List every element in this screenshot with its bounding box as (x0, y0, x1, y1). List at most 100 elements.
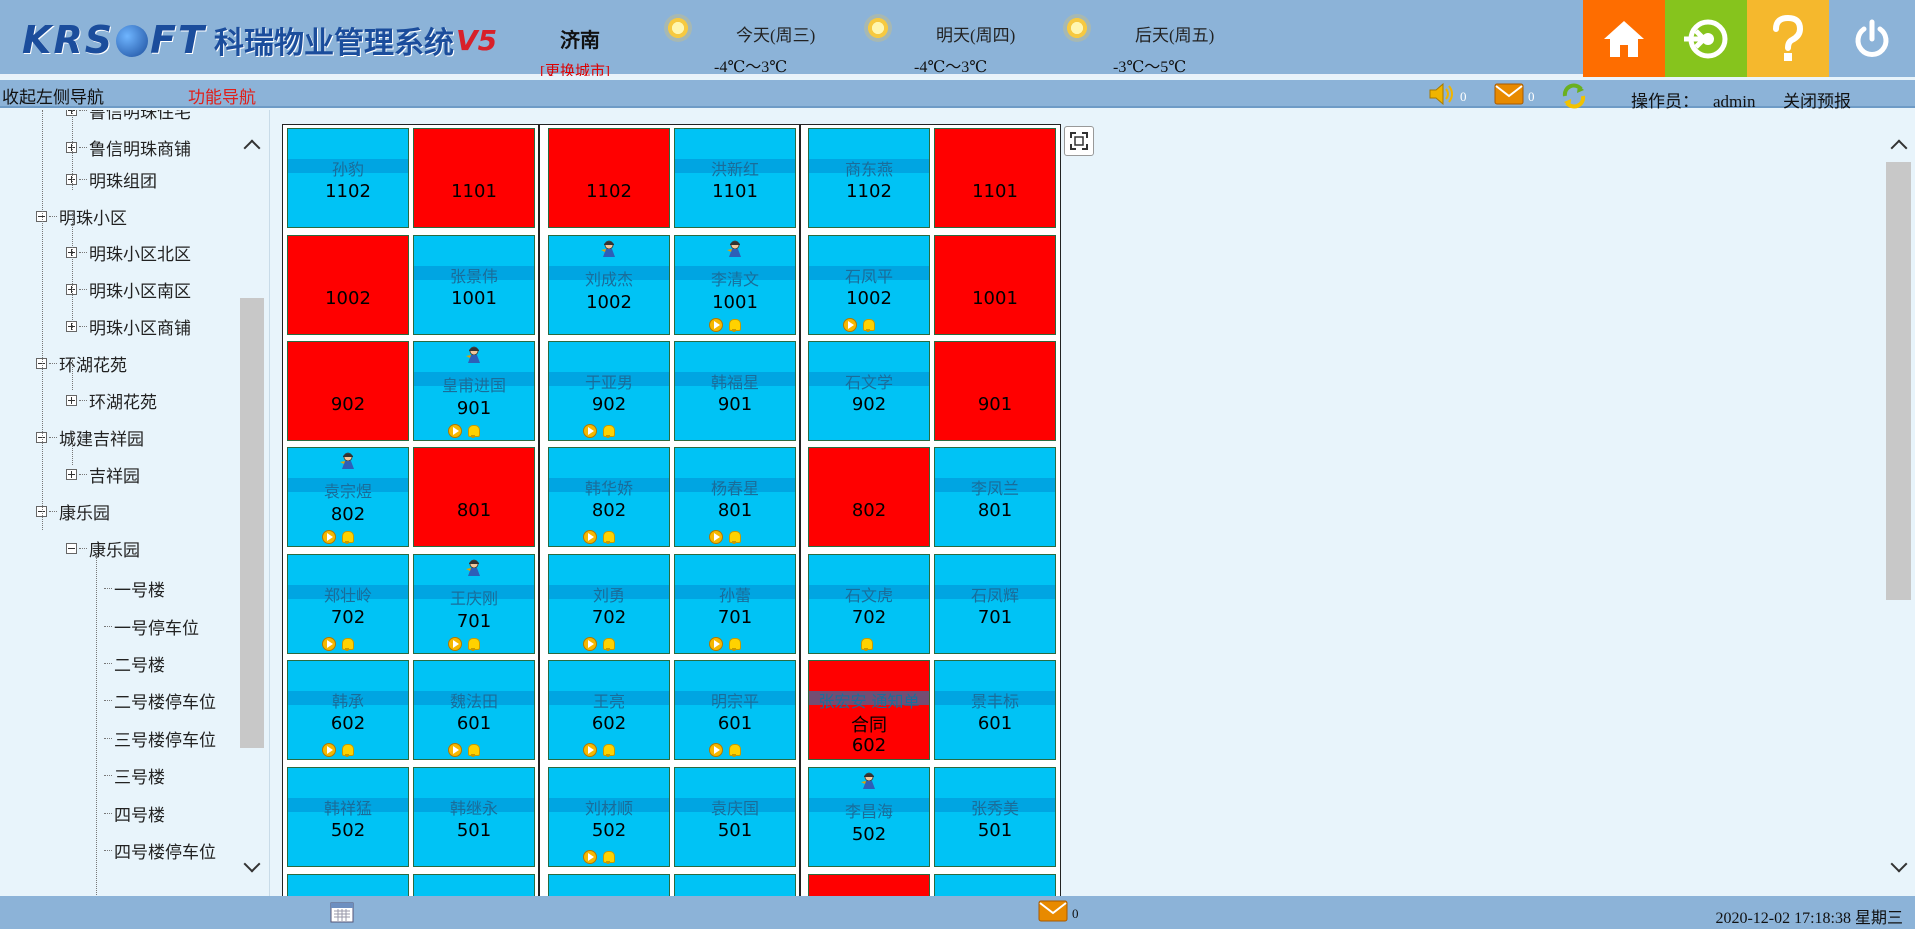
room-cell[interactable]: 李清文 1001 (674, 235, 796, 335)
room-cell[interactable] (548, 874, 670, 896)
bell-icon[interactable] (340, 743, 354, 757)
room-cell[interactable]: 魏法田 601 (413, 660, 535, 760)
room-cell[interactable]: 1101 (413, 128, 535, 228)
play-icon[interactable] (709, 318, 723, 332)
bell-icon[interactable] (601, 743, 615, 757)
play-icon[interactable] (583, 424, 597, 438)
room-cell[interactable]: 张景伟 1001 (413, 235, 535, 335)
bell-icon[interactable] (601, 637, 615, 651)
collapse-icon[interactable] (66, 542, 77, 554)
room-cell[interactable]: 孙蕾 701 (674, 554, 796, 654)
room-cell[interactable] (413, 874, 535, 896)
sync-button[interactable] (1560, 83, 1588, 109)
room-cell[interactable]: 刘材顺 502 (548, 767, 670, 867)
bell-icon[interactable] (601, 850, 615, 864)
play-icon[interactable] (709, 637, 723, 651)
room-cell[interactable]: 石文虎 702 (808, 554, 930, 654)
change-city-link[interactable]: [更换城市] (540, 62, 610, 76)
bell-icon[interactable] (340, 530, 354, 544)
room-cell[interactable]: 1102 (548, 128, 670, 228)
room-cell[interactable]: 801 (413, 447, 535, 547)
play-icon[interactable] (448, 424, 462, 438)
tree-node[interactable]: 城建吉祥园 (36, 426, 144, 449)
room-cell[interactable] (287, 874, 409, 896)
room-cell[interactable]: 景丰标 601 (934, 660, 1056, 760)
room-cell[interactable]: 石凤平 1002 (808, 235, 930, 335)
tree-node[interactable]: 明珠小区北区 (66, 241, 191, 264)
room-cell[interactable] (808, 874, 930, 896)
bell-icon[interactable] (859, 637, 873, 651)
room-cell[interactable]: 刘勇 702 (548, 554, 670, 654)
collapse-nav-button[interactable]: 收起左侧导航 (2, 83, 104, 108)
sound-toggle[interactable]: 0 (1428, 83, 1467, 105)
play-icon[interactable] (583, 850, 597, 864)
message-button[interactable]: 0 (1494, 83, 1535, 105)
tree-node[interactable]: 二号楼停车位 (104, 689, 216, 712)
function-nav-link[interactable]: 功能导航 (188, 83, 256, 108)
tree-node[interactable]: 环湖花苑 (66, 389, 157, 412)
bell-icon[interactable] (601, 530, 615, 544)
scroll-down-icon[interactable] (243, 855, 261, 873)
close-alert-button[interactable]: 关闭预报 (1783, 87, 1851, 112)
tree-node[interactable]: 明珠小区 (36, 205, 127, 228)
play-icon[interactable] (322, 637, 336, 651)
tree-node[interactable]: 一号停车位 (104, 615, 199, 638)
tree-node[interactable]: 明珠小区商铺 (66, 315, 191, 338)
room-cell[interactable]: 石凤辉 701 (934, 554, 1056, 654)
room-cell[interactable]: 韩承 602 (287, 660, 409, 760)
login-button[interactable] (1665, 0, 1747, 77)
bell-icon[interactable] (466, 743, 480, 757)
calendar-icon[interactable] (330, 901, 354, 923)
room-cell[interactable] (934, 874, 1056, 896)
bell-icon[interactable] (466, 424, 480, 438)
room-cell[interactable]: 李昌海 502 (808, 767, 930, 867)
play-icon[interactable] (843, 318, 857, 332)
tree-node[interactable]: 吉祥园 (66, 463, 140, 486)
room-cell[interactable]: 于亚男 902 (548, 341, 670, 441)
room-cell[interactable]: 皇甫进国 901 (413, 341, 535, 441)
play-icon[interactable] (322, 530, 336, 544)
tree-node[interactable]: 鲁信明珠商铺 (66, 136, 191, 159)
tree-node[interactable]: 康乐园 (36, 500, 110, 523)
tree-node[interactable]: 三号楼 (104, 764, 165, 787)
play-icon[interactable] (322, 743, 336, 757)
room-cell[interactable]: 韩继永 501 (413, 767, 535, 867)
play-icon[interactable] (709, 530, 723, 544)
room-cell[interactable]: 1001 (934, 235, 1056, 335)
help-button[interactable] (1747, 0, 1829, 77)
room-cell[interactable]: 李凤兰 801 (934, 447, 1056, 547)
room-cell[interactable]: 1002 (287, 235, 409, 335)
room-cell[interactable]: 张秀美 501 (934, 767, 1056, 867)
fullscreen-button[interactable] (1064, 126, 1094, 156)
play-icon[interactable] (709, 743, 723, 757)
bell-icon[interactable] (601, 424, 615, 438)
tree-node[interactable]: 四号楼 (104, 802, 165, 825)
play-icon[interactable] (448, 743, 462, 757)
tree-node[interactable]: 明珠小区南区 (66, 278, 191, 301)
room-cell[interactable]: 刘成杰 1002 (548, 235, 670, 335)
room-cell[interactable]: 明宗平 601 (674, 660, 796, 760)
bell-icon[interactable] (727, 530, 741, 544)
room-cell[interactable]: 韩祥猛 502 (287, 767, 409, 867)
bell-icon[interactable] (727, 318, 741, 332)
tree-node[interactable]: 环湖花苑 (36, 352, 127, 375)
tree-node[interactable]: 一号楼 (104, 577, 165, 600)
play-icon[interactable] (583, 637, 597, 651)
room-cell[interactable]: 袁庆国 501 (674, 767, 796, 867)
bell-icon[interactable] (340, 637, 354, 651)
room-cell[interactable]: 张宏安 通知单 合同 602 (808, 660, 930, 760)
bell-icon[interactable] (727, 743, 741, 757)
room-cell[interactable]: 韩华娇 802 (548, 447, 670, 547)
room-cell[interactable]: 商东燕 1102 (808, 128, 930, 228)
play-icon[interactable] (583, 743, 597, 757)
expand-icon[interactable] (66, 468, 77, 480)
footer-message-button[interactable]: 0 (1038, 900, 1079, 922)
room-cell[interactable]: 石文学 902 (808, 341, 930, 441)
room-cell[interactable]: 王庆刚 701 (413, 554, 535, 654)
room-cell[interactable]: 洪新红 1101 (674, 128, 796, 228)
room-cell[interactable]: 901 (934, 341, 1056, 441)
room-cell[interactable]: 杨春星 801 (674, 447, 796, 547)
bell-icon[interactable] (861, 318, 875, 332)
home-button[interactable] (1583, 0, 1665, 77)
tree-node[interactable]: 二号楼 (104, 652, 165, 675)
